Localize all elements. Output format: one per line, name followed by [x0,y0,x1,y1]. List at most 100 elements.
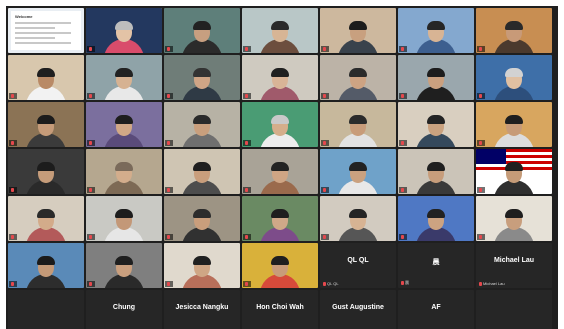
muted-mic-icon [323,235,326,239]
muted-mic-icon [167,188,170,192]
participant-tile[interactable] [476,8,552,53]
participant-tile[interactable] [476,149,552,194]
participant-hair [37,209,55,218]
muted-mic-icon [245,141,248,145]
participant-tile[interactable] [164,8,240,53]
participant-hair [193,256,211,265]
muted-mic-icon [245,94,248,98]
participant-tile[interactable] [242,55,318,100]
participant-tile[interactable] [86,149,162,194]
participant-tile[interactable]: 晨晨 [398,243,474,288]
participant-name-text: 晨 [405,280,409,285]
participant-tile[interactable] [320,149,396,194]
participant-tile[interactable] [8,102,84,147]
participant-hair [193,162,211,171]
participant-name-text: QL QL [327,281,339,286]
participant-name-tag [165,93,173,99]
participant-tile[interactable] [398,55,474,100]
participant-tile[interactable]: AFAF [398,290,474,329]
participant-tile[interactable] [164,243,240,288]
participant-tile[interactable] [242,243,318,288]
participant-name-tag [9,187,17,193]
participant-tile[interactable]: Welcome [8,8,84,53]
participant-name-tag [477,46,485,52]
participant-tile[interactable] [242,102,318,147]
participant-tile[interactable] [320,102,396,147]
participant-hair [115,256,133,265]
participant-display-name: Chung [112,304,136,311]
participant-name-tag [9,140,17,146]
participant-tile[interactable] [86,243,162,288]
participant-tile[interactable] [398,196,474,241]
participant-tile[interactable] [86,8,162,53]
muted-mic-icon [11,94,14,98]
participant-tile[interactable] [242,8,318,53]
participant-hair [115,115,133,124]
participant-hair [271,162,289,171]
participant-hair [505,115,523,124]
participant-name-label: 晨 [401,280,409,286]
muted-mic-icon [11,235,14,239]
participant-tile[interactable] [476,102,552,147]
participant-hair [193,209,211,218]
participant-tile[interactable]: QL QL QL QL [320,243,396,288]
participant-display-name: Gust Augustine [332,304,384,311]
participant-hair [505,209,523,218]
muted-mic-icon [323,141,326,145]
participant-tile[interactable]: ChungChung [86,290,162,329]
participant-tile[interactable] [8,243,84,288]
muted-mic-icon [89,282,92,286]
participant-tile[interactable] [320,55,396,100]
participant-tile[interactable] [398,8,474,53]
participant-name-tag [165,234,173,240]
participant-tile[interactable] [164,196,240,241]
participant-tile[interactable]: Jesicca NangkuJesicca Nangku [164,290,240,329]
muted-mic-icon [245,282,248,286]
participant-tile[interactable]: Michael Lau Michael Lau [476,243,552,288]
muted-mic-icon [479,188,482,192]
participant-name-tag [321,187,329,193]
participant-tile[interactable] [476,55,552,100]
participant-tile[interactable] [86,196,162,241]
participant-tile[interactable] [320,196,396,241]
gallery-view: Welcome QL QL QL QL 晨晨 Michael Lau Michael La… [6,6,558,329]
participant-hair [193,68,211,77]
flag-canton [476,149,506,164]
document-text-line [15,22,71,24]
muted-mic-icon [167,141,170,145]
muted-mic-icon [11,141,14,145]
participant-hair [37,162,55,171]
participant-tile[interactable] [398,149,474,194]
shared-document-title: Welcome [15,14,33,19]
muted-mic-icon [323,281,326,286]
muted-mic-icon [401,280,404,285]
participant-tile[interactable] [398,102,474,147]
participant-tile[interactable] [242,149,318,194]
participant-tile[interactable] [8,55,84,100]
participant-tile[interactable] [8,290,84,329]
participant-name-tag [321,140,329,146]
participant-tile[interactable] [8,149,84,194]
participant-display-name: Hon Choi Wah [256,304,304,311]
participant-hair [37,256,55,265]
participant-tile[interactable]: Hon Choi WahHon Choi Wah [242,290,318,329]
participant-tile[interactable] [86,102,162,147]
participant-tile[interactable]: Gust AugustineGust Augustine [320,290,396,329]
participant-tile[interactable] [8,196,84,241]
participant-tile[interactable] [242,196,318,241]
muted-mic-icon [479,47,482,51]
participant-tile[interactable] [476,196,552,241]
participant-tile[interactable] [86,55,162,100]
muted-mic-icon [401,94,404,98]
participant-tile[interactable] [476,290,552,329]
participant-hair [349,209,367,218]
participant-hair [349,162,367,171]
participant-tile[interactable] [164,55,240,100]
participant-tile[interactable] [320,8,396,53]
participant-name-tag [243,234,251,240]
participant-hair [37,115,55,124]
muted-mic-icon [479,235,482,239]
muted-mic-icon [401,235,404,239]
participant-tile[interactable] [164,149,240,194]
participant-tile[interactable] [164,102,240,147]
